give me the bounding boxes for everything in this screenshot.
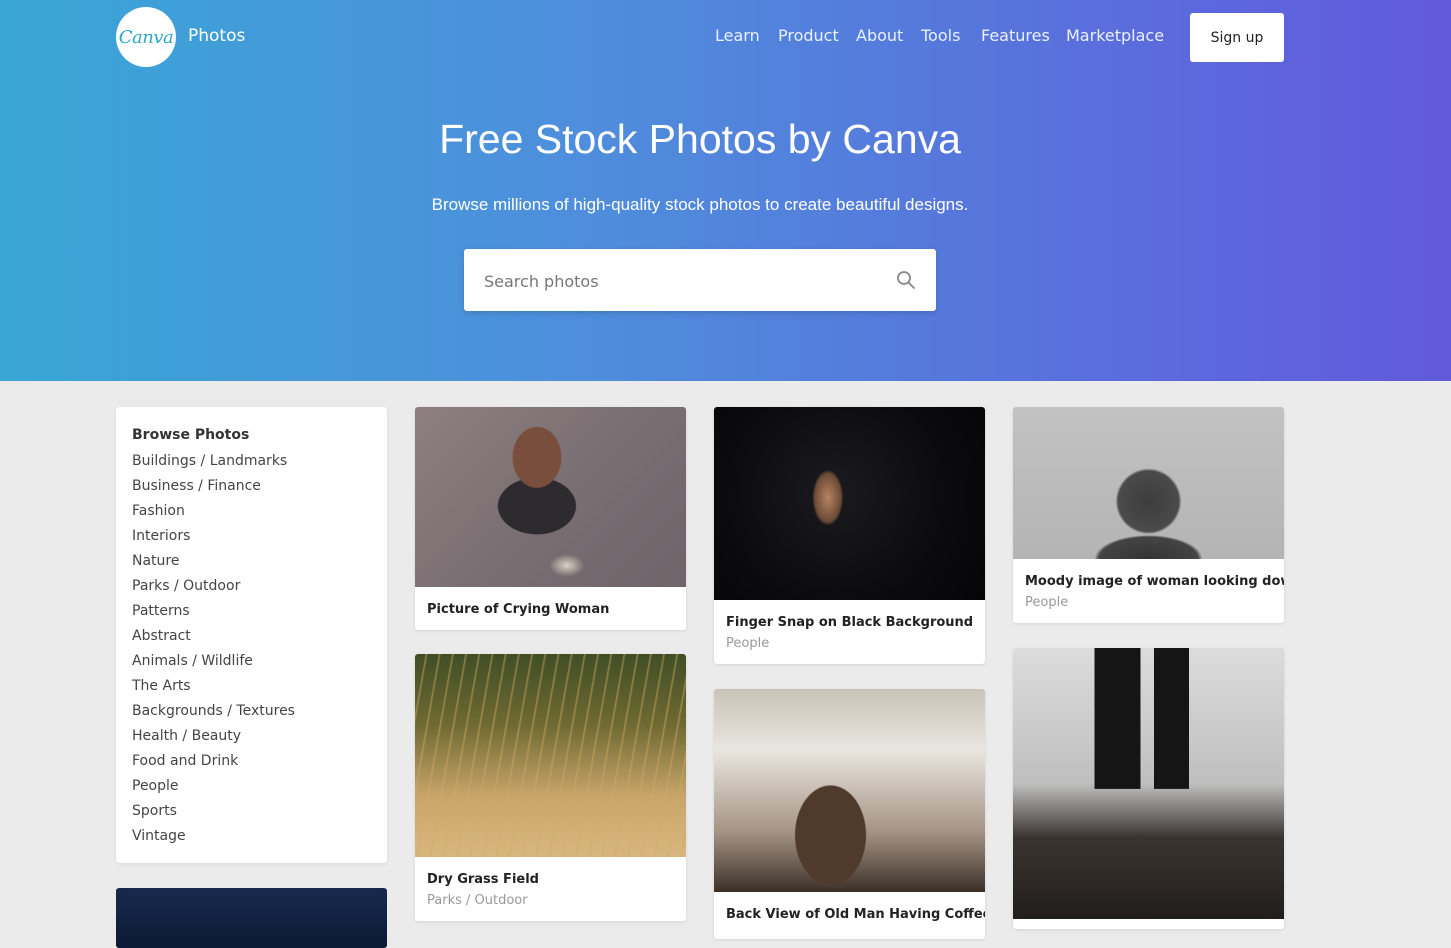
search-input[interactable] bbox=[464, 249, 886, 313]
nav-tools[interactable]: Tools bbox=[921, 26, 960, 45]
sidebar-item-people[interactable]: People bbox=[132, 777, 295, 802]
sidebar-item-interiors[interactable]: Interiors bbox=[132, 527, 295, 552]
nav-features[interactable]: Features bbox=[981, 26, 1050, 45]
search-box bbox=[464, 249, 936, 313]
photo-category[interactable]: People bbox=[1025, 595, 1068, 610]
photo-title[interactable]: Picture of Crying Woman bbox=[427, 602, 609, 617]
sidebar-item-patterns[interactable]: Patterns bbox=[132, 602, 295, 627]
search-icon[interactable] bbox=[896, 270, 916, 290]
photo-card[interactable]: Finger Snap on Black Background People bbox=[714, 407, 985, 664]
sidebar-item-parks-outdoor[interactable]: Parks / Outdoor bbox=[132, 577, 295, 602]
photo-thumbnail[interactable] bbox=[415, 407, 686, 587]
photo-title[interactable]: Dry Grass Field bbox=[427, 872, 539, 887]
photo-card[interactable]: Moody image of woman looking down People bbox=[1013, 407, 1284, 623]
promo-photo-card[interactable] bbox=[116, 888, 387, 948]
photo-category[interactable]: Parks / Outdoor bbox=[427, 893, 528, 908]
page-title: Free Stock Photos by Canva bbox=[439, 116, 961, 162]
sidebar-item-the-arts[interactable]: The Arts bbox=[132, 677, 295, 702]
sidebar-title: Browse Photos bbox=[132, 427, 250, 443]
signup-button[interactable]: Sign up bbox=[1190, 13, 1284, 62]
nav-learn[interactable]: Learn bbox=[715, 26, 760, 45]
sidebar-item-health-beauty[interactable]: Health / Beauty bbox=[132, 727, 295, 752]
photo-card[interactable]: Dry Grass Field Parks / Outdoor bbox=[415, 654, 686, 921]
photo-category[interactable]: People bbox=[726, 636, 769, 651]
photo-card[interactable]: Picture of Crying Woman bbox=[415, 407, 686, 630]
sidebar-item-abstract[interactable]: Abstract bbox=[132, 627, 295, 652]
photo-title[interactable]: Moody image of woman looking down bbox=[1025, 574, 1284, 589]
canva-logo[interactable]: Canva bbox=[116, 7, 176, 67]
page-subtitle: Browse millions of high-quality stock ph… bbox=[431, 195, 969, 214]
nav-marketplace[interactable]: Marketplace bbox=[1066, 26, 1164, 45]
photo-title[interactable]: Finger Snap on Black Background bbox=[726, 615, 973, 630]
hero-banner: Canva Photos Learn Product About Tools F… bbox=[0, 0, 1451, 381]
photo-card[interactable]: Back View of Old Man Having Coffee bbox=[714, 689, 985, 939]
sidebar-item-business-finance[interactable]: Business / Finance bbox=[132, 477, 295, 502]
photo-thumbnail[interactable] bbox=[415, 654, 686, 857]
photo-thumbnail[interactable] bbox=[714, 407, 985, 600]
browse-sidebar: Browse Photos Buildings / Landmarks Busi… bbox=[116, 407, 387, 863]
sidebar-item-vintage[interactable]: Vintage bbox=[132, 827, 295, 852]
logo-text: Canva bbox=[118, 26, 174, 48]
sidebar-item-buildings-landmarks[interactable]: Buildings / Landmarks bbox=[132, 452, 295, 477]
photo-thumbnail[interactable] bbox=[714, 689, 985, 892]
sidebar-item-food-and-drink[interactable]: Food and Drink bbox=[132, 752, 295, 777]
category-list: Buildings / Landmarks Business / Finance… bbox=[132, 452, 295, 852]
sidebar-item-animals-wildlife[interactable]: Animals / Wildlife bbox=[132, 652, 295, 677]
photo-title[interactable]: Back View of Old Man Having Coffee bbox=[726, 907, 985, 922]
sidebar-item-backgrounds-textures[interactable]: Backgrounds / Textures bbox=[132, 702, 295, 727]
sidebar-item-nature[interactable]: Nature bbox=[132, 552, 295, 577]
sidebar-item-fashion[interactable]: Fashion bbox=[132, 502, 295, 527]
brand-label[interactable]: Photos bbox=[188, 26, 245, 46]
nav-product[interactable]: Product bbox=[778, 26, 839, 45]
nav-about[interactable]: About bbox=[856, 26, 903, 45]
sidebar-item-sports[interactable]: Sports bbox=[132, 802, 295, 827]
photo-card[interactable] bbox=[1013, 648, 1284, 929]
photo-thumbnail[interactable] bbox=[1013, 648, 1284, 919]
photo-thumbnail[interactable] bbox=[1013, 407, 1284, 559]
